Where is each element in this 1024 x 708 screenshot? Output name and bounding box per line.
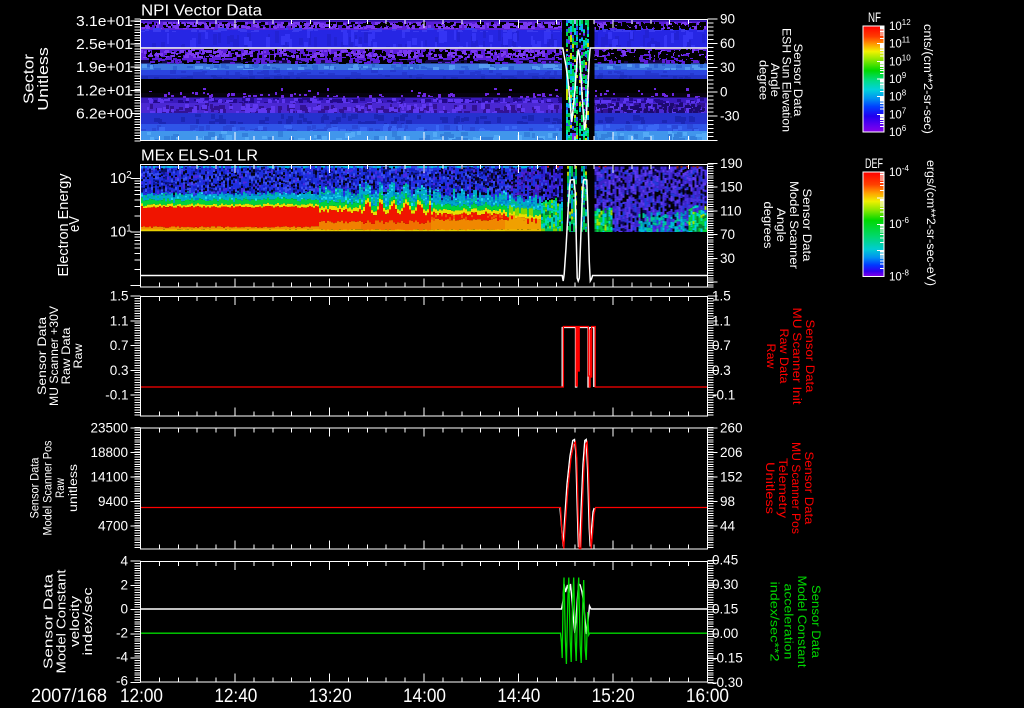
svg-text:110: 110	[720, 203, 742, 218]
svg-text:-4: -4	[116, 650, 128, 665]
svg-text:9400: 9400	[98, 494, 128, 509]
svg-text:0: 0	[720, 84, 728, 99]
svg-text:Unitless: Unitless	[763, 462, 775, 514]
svg-text:Raw: Raw	[764, 344, 776, 370]
svg-text:1.9e+01: 1.9e+01	[76, 60, 133, 76]
svg-text:Sensor Data: Sensor Data	[30, 457, 42, 519]
svg-text:0.7: 0.7	[712, 338, 731, 353]
svg-text:Model Scanner Pos: Model Scanner Pos	[42, 440, 54, 535]
svg-text:-30: -30	[720, 109, 740, 124]
svg-text:30: 30	[720, 60, 735, 75]
svg-text:Model Scanner: Model Scanner	[787, 181, 799, 269]
svg-text:ESH Sun Elevation: ESH Sun Elevation	[780, 28, 792, 132]
svg-text:1.1: 1.1	[712, 313, 731, 328]
svg-text:Model Constant: Model Constant	[795, 576, 807, 669]
svg-text:degrees: degrees	[761, 202, 773, 249]
svg-text:152: 152	[720, 470, 743, 485]
svg-text:6.2e+00: 6.2e+00	[76, 107, 133, 123]
svg-text:Angle: Angle	[774, 208, 786, 242]
svg-text:3.1e+01: 3.1e+01	[76, 14, 133, 30]
svg-text:260: 260	[720, 421, 743, 436]
svg-text:2.5e+01: 2.5e+01	[76, 37, 133, 53]
svg-text:MU Scanner Init: MU Scanner Init	[790, 308, 802, 406]
svg-text:0.3: 0.3	[110, 363, 129, 378]
svg-text:18800: 18800	[90, 445, 128, 460]
svg-text:acceleration: acceleration	[781, 584, 793, 660]
svg-text:14100: 14100	[90, 470, 128, 485]
svg-text:MEx ELS-01 LR: MEx ELS-01 LR	[141, 148, 258, 165]
svg-text:2007/168: 2007/168	[31, 685, 107, 707]
svg-text:0: 0	[120, 602, 128, 617]
svg-text:13:20: 13:20	[309, 685, 352, 707]
svg-text:0.30: 0.30	[712, 577, 738, 592]
svg-text:NF: NF	[868, 10, 881, 25]
svg-text:-0.1: -0.1	[105, 388, 128, 403]
svg-text:44: 44	[720, 519, 736, 534]
svg-text:-2: -2	[116, 626, 128, 641]
svg-text:cnts/(cm**2-sr-sec): cnts/(cm**2-sr-sec)	[921, 24, 933, 134]
svg-text:15:20: 15:20	[592, 685, 635, 707]
svg-text:Angle: Angle	[768, 63, 780, 97]
svg-text:unitless: unitless	[68, 464, 80, 512]
svg-text:-0.15: -0.15	[712, 651, 743, 666]
svg-text:23500: 23500	[90, 421, 128, 436]
svg-text:1.2e+01: 1.2e+01	[76, 84, 133, 100]
svg-text:Raw Data: Raw Data	[777, 329, 789, 385]
svg-text:index/sec: index/sec	[80, 587, 95, 656]
svg-text:Sensor Data: Sensor Data	[800, 189, 812, 263]
svg-text:0.15: 0.15	[712, 602, 738, 617]
svg-text:1.5: 1.5	[712, 289, 731, 304]
svg-text:2: 2	[120, 578, 128, 593]
svg-text:90: 90	[720, 12, 735, 27]
svg-text:MU Scanner Pos: MU Scanner Pos	[789, 442, 801, 534]
svg-text:Sensor Data: Sensor Data	[802, 452, 814, 526]
svg-text:eV: eV	[67, 216, 83, 232]
svg-text:190: 190	[720, 156, 743, 171]
svg-text:1.1: 1.1	[110, 313, 129, 328]
svg-text:degree: degree	[757, 60, 769, 100]
svg-text:index/sec**2: index/sec**2	[768, 582, 780, 662]
svg-text:14:40: 14:40	[497, 685, 540, 707]
svg-text:Unitless: Unitless	[36, 47, 52, 111]
svg-text:4: 4	[120, 554, 128, 569]
svg-text:Sensor Data: Sensor Data	[791, 44, 803, 118]
svg-text:Sector: Sector	[21, 54, 37, 104]
svg-text:70: 70	[720, 227, 735, 242]
svg-text:60: 60	[720, 36, 735, 51]
svg-text:4700: 4700	[98, 519, 128, 534]
svg-text:14:00: 14:00	[403, 685, 446, 707]
svg-text:DEF: DEF	[865, 156, 883, 171]
svg-text:0.7: 0.7	[110, 338, 129, 353]
svg-text:206: 206	[720, 445, 743, 460]
svg-text:0.45: 0.45	[712, 553, 738, 568]
svg-text:Sensor Data: Sensor Data	[803, 320, 815, 394]
svg-text:1.5: 1.5	[110, 289, 129, 304]
svg-text:0.3: 0.3	[712, 363, 731, 378]
svg-text:150: 150	[720, 180, 743, 195]
svg-text:ergs/(cm**2-sr-sec-eV): ergs/(cm**2-sr-sec-eV)	[924, 160, 936, 286]
svg-text:30: 30	[720, 251, 735, 266]
svg-text:Telemetry: Telemetry	[776, 458, 788, 518]
svg-text:98: 98	[720, 494, 735, 509]
svg-text:12:00: 12:00	[120, 685, 163, 707]
svg-text:Raw: Raw	[55, 477, 67, 498]
svg-text:-0.1: -0.1	[712, 388, 735, 403]
svg-text:16:00: 16:00	[686, 685, 729, 707]
svg-text:12:40: 12:40	[214, 685, 257, 707]
svg-text:Raw: Raw	[71, 343, 85, 368]
svg-text:NPI Vector Data: NPI Vector Data	[141, 3, 262, 20]
svg-text:Sensor Data: Sensor Data	[809, 585, 821, 659]
svg-text:0.00: 0.00	[712, 626, 738, 641]
